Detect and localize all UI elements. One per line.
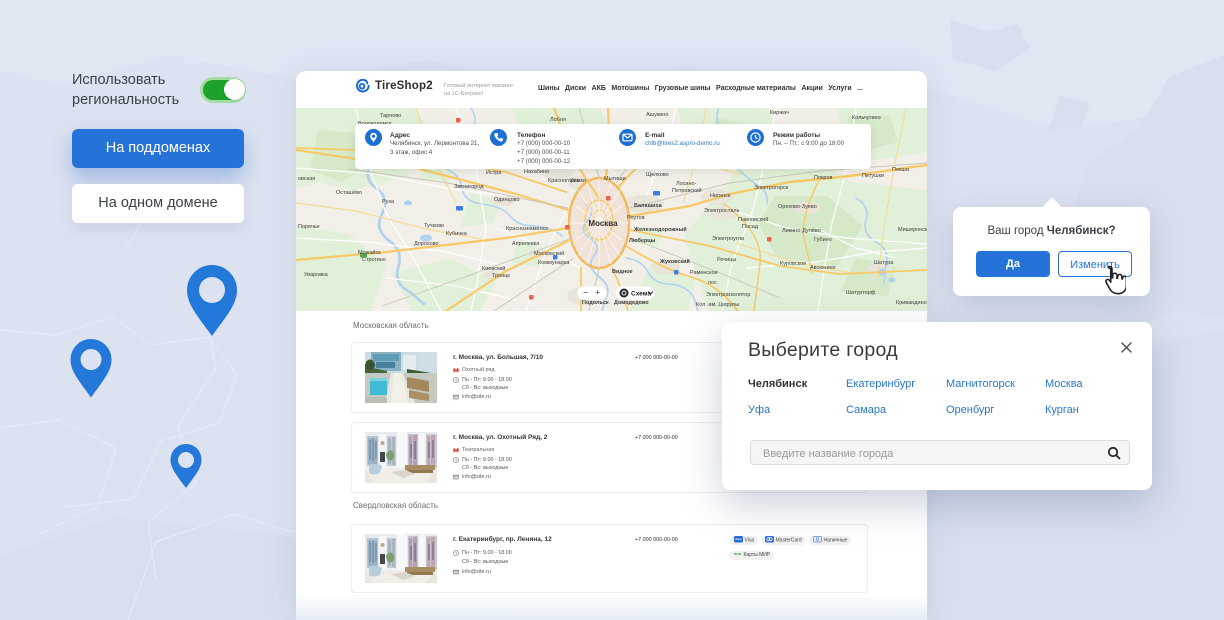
- svg-text:Ашукино: Ашукино: [646, 112, 668, 118]
- svg-text:Одинцово: Одинцово: [494, 197, 520, 203]
- svg-text:Истра: Истра: [486, 170, 502, 176]
- svg-text:Ликино-Дулёво: Ликино-Дулёво: [782, 228, 821, 234]
- svg-text:Краснознаменск: Краснознаменск: [506, 226, 548, 232]
- svg-text:Киевский: Киевский: [482, 265, 506, 272]
- svg-text:Уваровка: Уваровка: [304, 272, 329, 278]
- svg-text:Павловский: Павловский: [738, 216, 768, 223]
- svg-text:Авсюнино: Авсюнино: [810, 265, 836, 271]
- svg-text:Реутов: Реутов: [627, 215, 645, 221]
- svg-text:Кол. им. Цюрупы: Кол. им. Цюрупы: [696, 302, 739, 308]
- svg-text:Ногинск: Ногинск: [710, 193, 731, 199]
- svg-text:овская: овская: [298, 176, 315, 182]
- svg-text:Электрогорск: Электрогорск: [754, 185, 789, 191]
- svg-text:+: +: [595, 288, 600, 298]
- svg-text:Раменское: Раменское: [690, 270, 718, 276]
- svg-text:Речицы: Речицы: [717, 257, 736, 263]
- svg-text:Коммунарка: Коммунарка: [538, 260, 570, 266]
- svg-text:Поречье: Поречье: [298, 224, 320, 230]
- svg-text:Шатура: Шатура: [874, 260, 894, 266]
- svg-text:Петушки: Петушки: [862, 173, 884, 179]
- svg-text:Лосино-: Лосино-: [676, 181, 697, 187]
- svg-text:−: −: [583, 288, 588, 298]
- svg-text:Кубинка: Кубинка: [446, 231, 468, 237]
- svg-text:Домодедово: Домодедово: [614, 300, 649, 306]
- svg-text:Шатурторф: Шатурторф: [846, 290, 876, 296]
- svg-text:Киржач: Киржач: [770, 110, 789, 116]
- svg-text:Электросталь: Электросталь: [704, 208, 740, 214]
- svg-text:Балашиха: Балашиха: [634, 203, 663, 209]
- svg-text:Можайск: Можайск: [358, 249, 381, 256]
- svg-text:Кольчугино: Кольчугино: [852, 115, 881, 121]
- svg-text:Лобня: Лобня: [550, 117, 566, 123]
- svg-text:Осташёво: Осташёво: [336, 190, 362, 196]
- svg-text:Московский: Московский: [534, 250, 564, 257]
- svg-text:Кривандино: Кривандино: [896, 300, 927, 306]
- svg-text:Покров: Покров: [814, 175, 833, 181]
- svg-text:Электроизолятор: Электроизолятор: [706, 292, 750, 298]
- svg-text:пос.: пос.: [708, 280, 719, 286]
- svg-text:Троицк: Троицк: [492, 273, 510, 279]
- svg-text:Апрелевка: Апрелевка: [512, 241, 540, 247]
- svg-text:Строгино: Строгино: [362, 257, 386, 263]
- svg-text:Руза: Руза: [382, 199, 395, 205]
- svg-text:Видное: Видное: [612, 269, 633, 275]
- svg-text:Электроугли: Электроугли: [712, 236, 744, 242]
- svg-text:Губино: Губино: [814, 237, 832, 243]
- svg-text:Пекша: Пекша: [892, 167, 910, 173]
- svg-text:Звенигород: Звенигород: [454, 184, 484, 190]
- svg-text:Нахабино: Нахабино: [524, 169, 549, 175]
- svg-text:Куровское: Куровское: [780, 261, 806, 267]
- svg-text:Жуковский: Жуковский: [659, 258, 690, 265]
- svg-text:Орехово-Зуево: Орехово-Зуево: [778, 204, 817, 210]
- svg-text:Петровский: Петровский: [672, 187, 702, 194]
- svg-text:Мишеронский: Мишеронский: [898, 226, 927, 233]
- svg-text:Дорохово: Дорохово: [414, 241, 439, 247]
- svg-text:Мытищи: Мытищи: [604, 176, 626, 182]
- svg-text:Химки: Химки: [570, 178, 586, 184]
- svg-text:Тучково: Тучково: [424, 223, 444, 229]
- svg-text:Железнодорожный: Железнодорожный: [633, 226, 687, 233]
- svg-text:Посад: Посад: [742, 224, 759, 230]
- svg-text:Щелково: Щелково: [646, 172, 669, 178]
- svg-text:Подольск: Подольск: [582, 300, 609, 306]
- svg-text:Тарново: Тарново: [380, 113, 401, 119]
- svg-text:Москва: Москва: [588, 219, 618, 228]
- svg-text:Люберцы: Люберцы: [629, 237, 656, 244]
